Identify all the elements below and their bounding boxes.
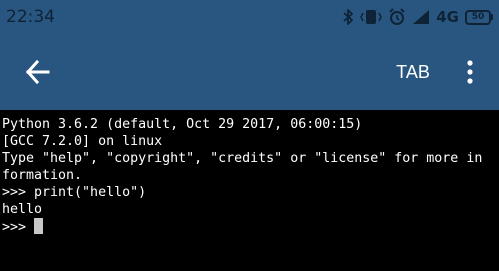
terminal-prompt: >>> xyxy=(2,220,35,235)
terminal-input-line[interactable]: >>> xyxy=(2,218,44,235)
terminal-line: Python 3.6.2 (default, Oct 29 2017, 06:0… xyxy=(2,117,363,132)
battery-level: 50 xyxy=(465,9,491,25)
status-icons: 4G 50 xyxy=(342,7,493,27)
battery-icon: 50 xyxy=(465,9,493,25)
terminal-line: Type "help", "copyright", "credits" or "… xyxy=(2,151,483,166)
terminal-line: formation. xyxy=(2,168,83,183)
overflow-menu-button[interactable] xyxy=(458,56,482,88)
bluetooth-icon xyxy=(342,8,354,26)
terminal-line: hello xyxy=(2,202,43,217)
arrow-left-icon xyxy=(25,59,50,85)
vibrate-icon xyxy=(360,9,383,25)
signal-icon xyxy=(412,9,430,25)
alarm-icon xyxy=(388,8,406,26)
more-vert-icon xyxy=(467,60,473,84)
terminal-cursor xyxy=(34,218,44,234)
terminal-view[interactable]: Python 3.6.2 (default, Oct 29 2017, 06:0… xyxy=(0,110,499,271)
status-time: 22:34 xyxy=(6,7,55,27)
tab-button[interactable]: TAB xyxy=(384,56,442,88)
app-bar: TAB xyxy=(0,34,499,110)
back-button[interactable] xyxy=(22,56,54,88)
terminal-line: [GCC 7.2.0] on linux xyxy=(2,134,163,149)
battery-tip xyxy=(491,14,493,20)
status-bar: 22:34 4G 50 xyxy=(0,0,499,34)
terminal-line: >>> print("hello") xyxy=(2,185,147,200)
network-type-label: 4G xyxy=(436,8,459,26)
